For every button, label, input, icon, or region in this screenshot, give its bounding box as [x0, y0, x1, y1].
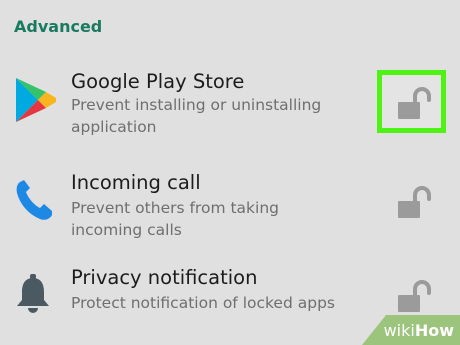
watermark-part2: How: [414, 321, 454, 340]
row-description: Protect notification of locked apps: [71, 294, 335, 312]
row-title: Google Play Store: [71, 70, 245, 93]
unlocked-padlock-icon[interactable]: [396, 185, 436, 226]
row-description: Prevent others from taking incoming call…: [71, 199, 279, 239]
wikihow-watermark: wikiHow: [362, 315, 460, 345]
row-description: Prevent installing or uninstalling appli…: [71, 96, 322, 136]
list-item-incoming-call[interactable]: Incoming call Prevent others from taking…: [0, 163, 460, 243]
phone-icon: [14, 178, 54, 227]
unlocked-padlock-icon[interactable]: [396, 279, 436, 320]
section-header: Advanced: [14, 17, 103, 36]
row-title: Privacy notification: [71, 266, 258, 289]
watermark-part1: wiki: [383, 321, 415, 340]
unlocked-padlock-icon[interactable]: [396, 86, 436, 127]
bell-icon: [14, 272, 54, 321]
google-play-icon: [14, 76, 58, 129]
row-title: Incoming call: [71, 171, 201, 194]
